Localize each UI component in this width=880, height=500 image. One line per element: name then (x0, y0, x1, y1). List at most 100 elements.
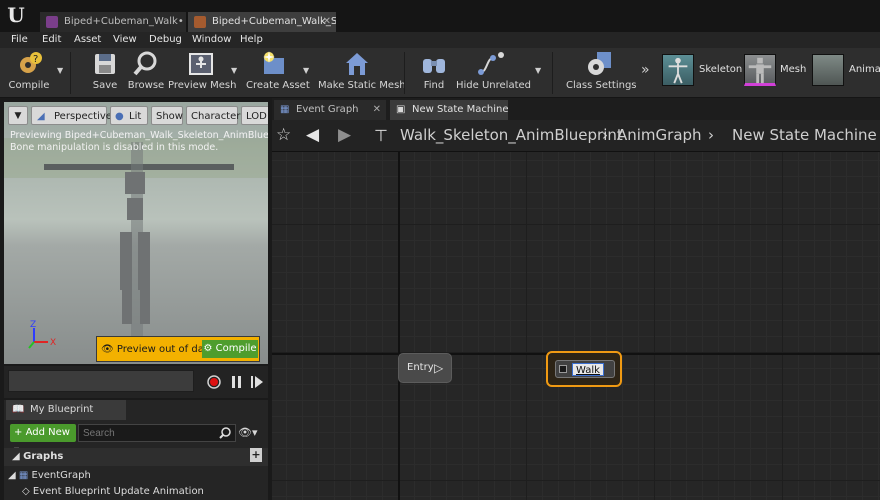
breadcrumb-animgraph[interactable]: AnimGraph (617, 126, 702, 144)
entry-node[interactable]: Entry ▷ (398, 353, 452, 383)
gear-icon: ⚙ (203, 343, 216, 354)
lit-button[interactable]: ● Lit (110, 106, 148, 125)
house-mesh-icon (346, 53, 368, 75)
lit-sphere-icon: ● (115, 111, 124, 122)
preview-mesh-button[interactable]: Preview Mesh (168, 50, 236, 91)
timeline-scrubber[interactable] (8, 370, 194, 392)
gear-question-icon: ? (20, 52, 42, 73)
document-tab-label: Biped+Cubeman_Walk_Sk (212, 16, 336, 27)
search-icon[interactable] (219, 427, 231, 439)
preview-out-of-date-text: 👁 Preview out of date (101, 344, 214, 355)
document-tab-walk-skeleton[interactable]: Biped+Cubeman_Walk_Sk ✕ (188, 12, 336, 32)
pause-icon[interactable] (230, 374, 244, 390)
class-settings-icon (588, 52, 611, 75)
toolbar-separator (552, 52, 553, 94)
tab-event-graph[interactable]: ▦ Event Graph ✕ (274, 100, 386, 120)
skeleton-mode-label[interactable]: Skeleton (699, 64, 742, 75)
save-button[interactable]: Save (88, 50, 122, 91)
viewport-options-button[interactable]: ▼ (8, 106, 28, 125)
double-chevron-icon[interactable]: » (641, 62, 650, 78)
character-button[interactable]: Character (186, 106, 240, 125)
show-button[interactable]: Show (151, 106, 183, 125)
tab-new-state-machine[interactable]: ▣ New State Machine (390, 100, 508, 120)
anim-blueprint-icon (194, 16, 206, 28)
menu-view[interactable]: View (113, 32, 137, 48)
perspective-icon: ◢ (37, 111, 45, 122)
menu-edit[interactable]: Edit (42, 32, 61, 48)
record-icon[interactable] (206, 374, 222, 390)
animation-thumbnail[interactable] (812, 54, 844, 86)
my-blueprint-panel: 📖 My Blueprint + Add New ▾ 👁▾ ◢ Graphs +… (4, 400, 268, 500)
create-asset-arrow[interactable]: ▼ (303, 66, 309, 75)
event-graph-item[interactable]: ◢ ▦ EventGraph (8, 470, 91, 481)
entry-pin-icon[interactable]: ▷ (434, 354, 443, 382)
graph-origin-axis-vertical (398, 152, 400, 500)
skeleton-figure-icon (668, 57, 688, 84)
compile-options-arrow[interactable]: ▼ (57, 66, 63, 75)
blueprint-search-input[interactable] (78, 424, 236, 442)
my-blueprint-tab[interactable]: 📖 My Blueprint (6, 400, 126, 420)
hierarchy-icon[interactable]: ⊤ (374, 126, 388, 145)
mesh-thumbnail[interactable] (744, 54, 776, 86)
state-name-field[interactable]: Walk (572, 363, 604, 376)
book-icon: 📖 (12, 404, 25, 415)
hide-unrelated-arrow[interactable]: ▼ (535, 66, 541, 75)
unreal-logo-icon[interactable]: U (4, 3, 28, 27)
browse-button[interactable]: Browse (126, 50, 166, 91)
anim-blueprint-icon (46, 16, 58, 28)
eye-icon: 👁 (101, 344, 117, 355)
lod-button[interactable]: LOD A (241, 106, 268, 125)
axis-z-label: Z (30, 320, 37, 330)
event-update-animation-item[interactable]: ◇ Event Blueprint Update Animation (22, 486, 204, 497)
graph-canvas[interactable]: Entry ▷ Walk (272, 152, 880, 500)
add-graph-icon[interactable]: + (250, 448, 262, 462)
favorite-star-icon[interactable]: ☆ (276, 125, 291, 145)
mesh-mode-label[interactable]: Mesh (780, 64, 806, 75)
breadcrumb-separator-icon: › (708, 126, 714, 144)
breadcrumb-state-machine[interactable]: New State Machine (732, 126, 877, 144)
menu-bar: File Edit Asset View Debug Window Help (0, 32, 880, 48)
walk-state-node[interactable]: Walk (546, 351, 622, 387)
menu-file[interactable]: File (11, 32, 28, 48)
find-button[interactable]: Find (416, 50, 452, 91)
playback-bar (4, 366, 268, 398)
document-tab-walk[interactable]: Biped+Cubeman_Walk• (40, 12, 186, 32)
step-forward-icon[interactable] (250, 374, 264, 390)
preview-viewport[interactable]: ▼ ◢ Perspective ● Lit Show Character LOD… (4, 102, 268, 364)
animation-mode-label[interactable]: Animat (849, 64, 880, 75)
skeleton-thumbnail[interactable] (662, 54, 694, 86)
plus-icon: + (14, 427, 23, 438)
axis-x-label: X (50, 338, 57, 348)
graph-icon: ▦ (280, 104, 290, 115)
graphs-section-header[interactable]: ◢ Graphs (4, 448, 268, 466)
graph-icon: ▦ (18, 470, 29, 481)
class-settings-button[interactable]: Class Settings (566, 50, 637, 91)
create-asset-icon (263, 51, 284, 74)
perspective-button[interactable]: ◢ Perspective (31, 106, 112, 125)
close-tab-icon[interactable]: ✕ (323, 12, 331, 32)
magnifier-icon (133, 51, 157, 76)
compile-button[interactable]: ? Compile (4, 50, 54, 91)
breadcrumb-blueprint[interactable]: Walk_Skeleton_AnimBlueprint (400, 126, 623, 144)
menu-debug[interactable]: Debug (149, 32, 182, 48)
viewport-compile-button[interactable]: ⚙ Compile (202, 340, 258, 358)
breadcrumb-separator-icon: › (602, 126, 608, 144)
hide-unrelated-button[interactable]: Hide Unrelated (456, 50, 531, 91)
menu-help[interactable]: Help (240, 32, 263, 48)
make-static-mesh-button[interactable]: Make Static Mesh (318, 50, 406, 91)
mesh-figure-icon (748, 57, 772, 84)
close-tab-icon[interactable]: ✕ (373, 100, 381, 120)
view-options-eye-icon[interactable]: 👁▾ (238, 426, 258, 439)
menu-asset[interactable]: Asset (74, 32, 101, 48)
forward-arrow-icon[interactable]: ▶ (338, 125, 351, 145)
create-asset-button[interactable]: Create Asset (246, 50, 310, 91)
graph-breadcrumb-bar: ☆ ◀ ▶ ⊤ Walk_Skeleton_AnimBlueprint › An… (272, 120, 880, 152)
add-new-button[interactable]: + Add New ▾ (10, 424, 76, 456)
preview-note: Previewing Biped+Cubeman_Walk_Skeleton_A… (10, 130, 268, 141)
menu-window[interactable]: Window (192, 32, 231, 48)
state-node-body: Walk (555, 360, 615, 378)
back-arrow-icon[interactable]: ◀ (306, 125, 319, 145)
document-tab-label: Biped+Cubeman_Walk• (64, 16, 184, 27)
preview-mesh-arrow[interactable]: ▼ (231, 66, 237, 75)
preview-mesh-icon (189, 53, 213, 75)
